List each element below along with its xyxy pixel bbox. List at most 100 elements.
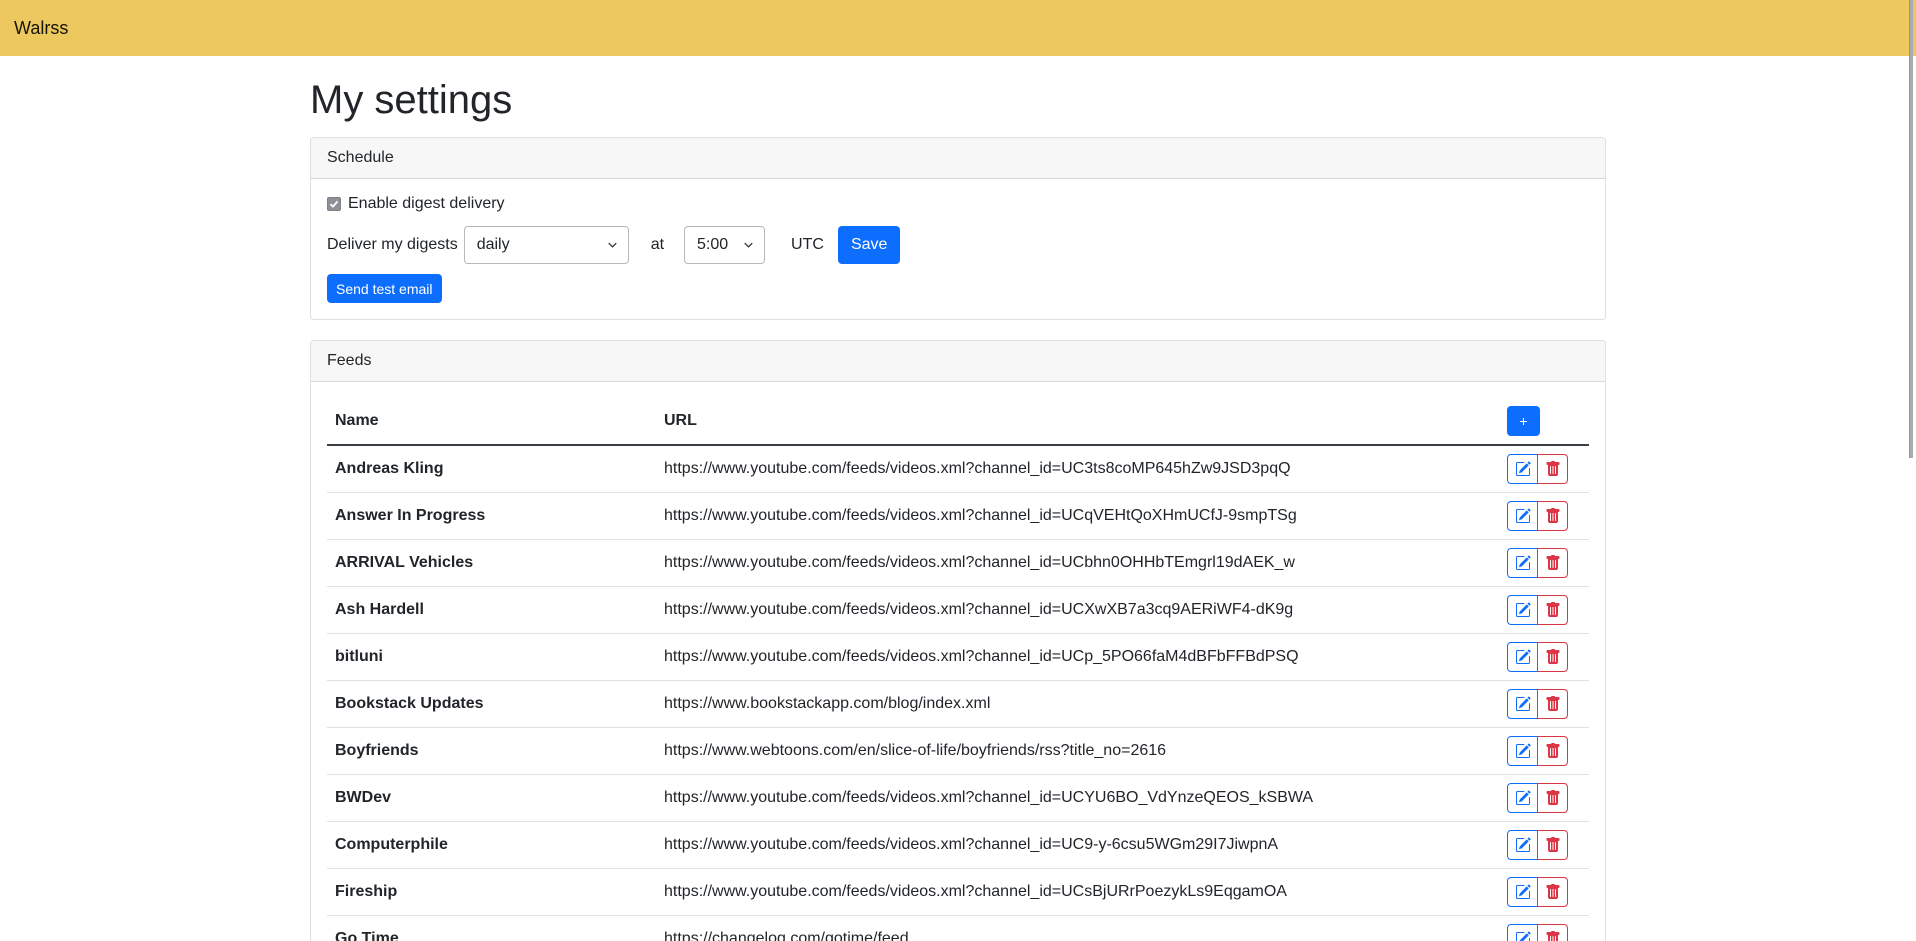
edit-feed-button[interactable] xyxy=(1507,924,1538,941)
feed-actions xyxy=(1499,587,1589,634)
column-header-url: URL xyxy=(656,398,1499,445)
edit-feed-button[interactable] xyxy=(1507,830,1538,860)
time-select[interactable]: 5:00 xyxy=(684,226,765,264)
feed-name: Computerphile xyxy=(327,822,656,869)
trash-icon xyxy=(1545,696,1561,712)
table-row: bitluni https://www.youtube.com/feeds/vi… xyxy=(327,634,1589,681)
feed-url: https://www.youtube.com/feeds/videos.xml… xyxy=(656,493,1499,540)
deliver-label: Deliver my digests xyxy=(327,236,458,254)
main-content: My settings Schedule Enable digest deliv… xyxy=(298,76,1618,941)
pencil-square-icon xyxy=(1515,931,1531,941)
table-row: Boyfriends https://www.webtoons.com/en/s… xyxy=(327,728,1589,775)
feed-name: Ash Hardell xyxy=(327,587,656,634)
pencil-square-icon xyxy=(1515,884,1531,900)
delete-feed-button[interactable] xyxy=(1537,642,1568,672)
pencil-square-icon xyxy=(1515,602,1531,618)
trash-icon xyxy=(1545,790,1561,806)
feed-actions xyxy=(1499,445,1589,493)
feed-name: ARRIVAL Vehicles xyxy=(327,540,656,587)
feed-name: Andreas Kling xyxy=(327,445,656,493)
edit-feed-button[interactable] xyxy=(1507,642,1538,672)
feed-actions xyxy=(1499,916,1589,941)
feed-name: Answer In Progress xyxy=(327,493,656,540)
feed-url: https://www.youtube.com/feeds/videos.xml… xyxy=(656,445,1499,493)
edit-feed-button[interactable] xyxy=(1507,736,1538,766)
enable-digest-label[interactable]: Enable digest delivery xyxy=(348,195,505,213)
delete-feed-button[interactable] xyxy=(1537,924,1568,941)
enable-digest-row: Enable digest delivery xyxy=(327,195,1589,213)
feed-action-group xyxy=(1507,877,1568,907)
navbar: Walrss xyxy=(0,0,1916,56)
feed-actions xyxy=(1499,634,1589,681)
edit-feed-button[interactable] xyxy=(1507,501,1538,531)
enable-digest-checkbox[interactable] xyxy=(327,197,341,211)
send-test-email-button[interactable]: Send test email xyxy=(327,274,442,303)
frequency-select[interactable]: daily xyxy=(464,226,629,264)
feed-url: https://www.youtube.com/feeds/videos.xml… xyxy=(656,587,1499,634)
trash-icon xyxy=(1545,602,1561,618)
feeds-card-body: Name URL + Andreas Kling https://www.you… xyxy=(311,382,1605,941)
delete-feed-button[interactable] xyxy=(1537,736,1568,766)
schedule-card-header: Schedule xyxy=(311,138,1605,179)
edit-feed-button[interactable] xyxy=(1507,595,1538,625)
column-header-name: Name xyxy=(327,398,656,445)
delete-feed-button[interactable] xyxy=(1537,501,1568,531)
feed-name: Boyfriends xyxy=(327,728,656,775)
table-row: Andreas Kling https://www.youtube.com/fe… xyxy=(327,445,1589,493)
edit-feed-button[interactable] xyxy=(1507,454,1538,484)
pencil-square-icon xyxy=(1515,790,1531,806)
schedule-card: Schedule Enable digest delivery Deliver … xyxy=(310,137,1606,320)
utc-label: UTC xyxy=(791,236,824,254)
feed-action-group xyxy=(1507,595,1568,625)
pencil-square-icon xyxy=(1515,508,1531,524)
edit-feed-button[interactable] xyxy=(1507,783,1538,813)
feed-action-group xyxy=(1507,689,1568,719)
add-feed-button[interactable]: + xyxy=(1507,406,1540,436)
delivery-controls-row: Deliver my digests daily at 5:00 UTC Sav… xyxy=(327,226,1589,264)
feed-actions xyxy=(1499,869,1589,916)
feed-action-group xyxy=(1507,736,1568,766)
feed-action-group xyxy=(1507,830,1568,860)
delete-feed-button[interactable] xyxy=(1537,783,1568,813)
delete-feed-button[interactable] xyxy=(1537,454,1568,484)
feed-action-group xyxy=(1507,924,1568,941)
feed-action-group xyxy=(1507,454,1568,484)
table-row: Ash Hardell https://www.youtube.com/feed… xyxy=(327,587,1589,634)
table-row: Go Time https://changelog.com/gotime/fee… xyxy=(327,916,1589,941)
feed-url: https://www.youtube.com/feeds/videos.xml… xyxy=(656,540,1499,587)
table-row: Bookstack Updates https://www.bookstacka… xyxy=(327,681,1589,728)
checkmark-icon xyxy=(329,199,339,209)
edit-feed-button[interactable] xyxy=(1507,877,1538,907)
feed-actions xyxy=(1499,540,1589,587)
delete-feed-button[interactable] xyxy=(1537,548,1568,578)
trash-icon xyxy=(1545,555,1561,571)
feed-actions xyxy=(1499,775,1589,822)
brand-link[interactable]: Walrss xyxy=(14,18,68,39)
feeds-card: Feeds Name URL + Andreas Kling h xyxy=(310,340,1606,941)
feed-actions xyxy=(1499,493,1589,540)
feed-action-group xyxy=(1507,783,1568,813)
feed-action-group xyxy=(1507,642,1568,672)
feed-action-group xyxy=(1507,548,1568,578)
feed-name: Go Time xyxy=(327,916,656,941)
pencil-square-icon xyxy=(1515,649,1531,665)
feed-url: https://www.webtoons.com/en/slice-of-lif… xyxy=(656,728,1499,775)
feed-url: https://www.bookstackapp.com/blog/index.… xyxy=(656,681,1499,728)
delete-feed-button[interactable] xyxy=(1537,595,1568,625)
scrollbar-thumb[interactable] xyxy=(1909,0,1913,458)
edit-feed-button[interactable] xyxy=(1507,689,1538,719)
delete-feed-button[interactable] xyxy=(1537,877,1568,907)
feed-url: https://www.youtube.com/feeds/videos.xml… xyxy=(656,775,1499,822)
feed-url: https://changelog.com/gotime/feed xyxy=(656,916,1499,941)
feeds-card-header: Feeds xyxy=(311,341,1605,382)
column-header-actions: + xyxy=(1499,398,1589,445)
delete-feed-button[interactable] xyxy=(1537,689,1568,719)
save-button[interactable]: Save xyxy=(838,226,900,264)
table-row: Answer In Progress https://www.youtube.c… xyxy=(327,493,1589,540)
trash-icon xyxy=(1545,884,1561,900)
schedule-card-body: Enable digest delivery Deliver my digest… xyxy=(311,179,1605,319)
pencil-square-icon xyxy=(1515,743,1531,759)
delete-feed-button[interactable] xyxy=(1537,830,1568,860)
feed-url: https://www.youtube.com/feeds/videos.xml… xyxy=(656,869,1499,916)
edit-feed-button[interactable] xyxy=(1507,548,1538,578)
